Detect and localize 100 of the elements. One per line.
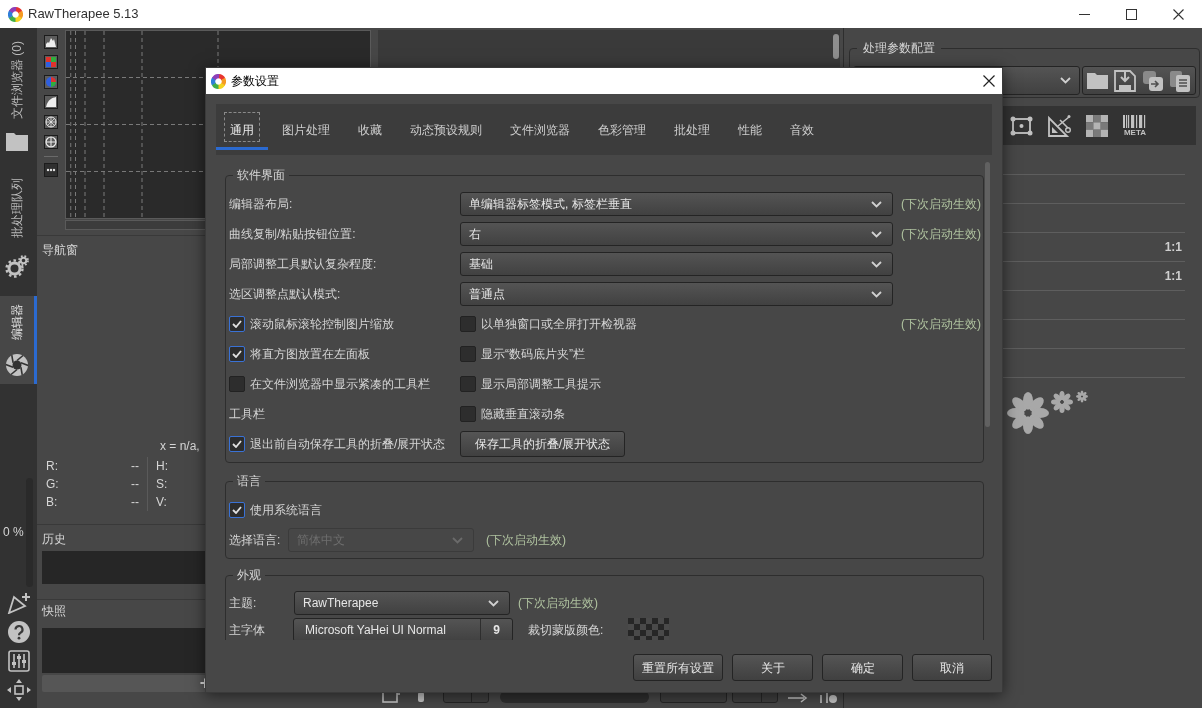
checkbox[interactable] <box>229 502 245 518</box>
vectorscope-icon[interactable] <box>44 115 58 129</box>
metadata-button[interactable]: META <box>1123 114 1147 137</box>
restart-note: (下次启动生效) <box>518 595 598 611</box>
tab[interactable]: 通用 <box>216 104 268 150</box>
dropdown[interactable]: 右 <box>460 222 893 246</box>
side-tab[interactable]: 文件浏览器 (0) <box>0 30 37 158</box>
copy-icon[interactable] <box>1141 69 1164 92</box>
reset-button[interactable]: 重置所有设置 <box>633 654 723 681</box>
checkbox-label: 将直方图放置在左面板 <box>250 346 370 362</box>
tab[interactable]: 收藏 <box>344 104 396 150</box>
field-label: 曲线复制/粘贴按钮位置: <box>229 226 356 242</box>
font-button[interactable]: Microsoft YaHei UI Normal 9 <box>293 618 513 640</box>
arrow-icon[interactable] <box>788 693 809 703</box>
checkbox-label: 退出前自动保存工具的折叠/展开状态 <box>250 436 446 452</box>
curve-icon[interactable] <box>44 95 58 109</box>
restart-note: (下次启动生效) <box>901 316 981 332</box>
chevron-down-icon <box>871 260 882 268</box>
tab[interactable]: 文件浏览器 <box>496 104 584 150</box>
panel-title: 历史 <box>42 531 66 547</box>
chevron-down-icon <box>871 230 882 238</box>
checkbox[interactable] <box>229 436 245 452</box>
checkbox[interactable] <box>460 316 476 332</box>
ruler-scissors-icon[interactable] <box>1048 114 1071 137</box>
scrollbar-thumb[interactable] <box>985 162 990 427</box>
side-tab[interactable]: 批处理队列 <box>0 166 37 290</box>
crosshair-circle-icon[interactable] <box>44 135 58 149</box>
dropdown[interactable]: RawTherapee <box>294 591 510 615</box>
histogram-icon[interactable] <box>44 35 58 49</box>
checkbox-label: 滚动鼠标滚轮控制图片缩放 <box>250 316 394 332</box>
checkbox-label: 以单独窗口或全屏打开检视器 <box>481 316 637 332</box>
sliders-icon[interactable] <box>7 650 30 672</box>
toolbar-icon[interactable] <box>417 691 425 703</box>
paste-icon[interactable] <box>1169 69 1192 92</box>
gears-icon <box>5 255 29 278</box>
move-icon[interactable] <box>6 679 31 701</box>
side-tab[interactable]: 编辑器 <box>0 296 37 384</box>
panel-title: 导航窗 <box>42 242 78 258</box>
triangle-plus-icon[interactable] <box>6 592 31 614</box>
checkerboard-icon[interactable] <box>1086 114 1108 137</box>
rgb-grid-icon[interactable] <box>44 55 58 69</box>
ratio-label: 1:1 <box>1164 268 1182 284</box>
folder-icon <box>6 133 28 151</box>
cursor-position: x = n/a, <box>160 438 200 454</box>
chevron-down-icon <box>452 536 463 544</box>
checkbox-label: 在文件浏览器中显示紧凑的工具栏 <box>250 376 430 392</box>
window-title: RawTherapee 5.13 <box>28 6 139 22</box>
channel-label: B: <box>46 494 58 510</box>
help-icon[interactable] <box>7 621 30 643</box>
about-button[interactable]: 关于 <box>732 654 813 681</box>
tab[interactable]: 图片处理 <box>268 104 344 150</box>
tab[interactable]: 音效 <box>776 104 828 150</box>
minimize-icon <box>1079 13 1090 15</box>
ratio-label: 1:1 <box>1164 239 1182 255</box>
close-icon <box>983 75 995 87</box>
panel-title: 快照 <box>42 603 66 619</box>
resize-frame-icon[interactable] <box>1010 115 1033 136</box>
tab[interactable]: 批处理 <box>660 104 724 150</box>
save-state-button[interactable]: 保存工具的折叠/展开状态 <box>460 431 625 457</box>
chevron-down-icon <box>871 200 882 208</box>
channel-label: H: <box>156 458 168 474</box>
save-icon[interactable] <box>1114 69 1137 92</box>
dropdown[interactable]: 基础 <box>460 252 893 276</box>
more-icon[interactable] <box>44 163 58 177</box>
channel-label: R: <box>46 458 58 474</box>
field-label: 主题: <box>229 595 257 611</box>
close-icon <box>1173 8 1184 20</box>
checkbox[interactable] <box>460 406 476 422</box>
tab[interactable]: 性能 <box>724 104 776 150</box>
channel-label: V: <box>156 494 167 510</box>
channel-value: -- <box>131 458 139 474</box>
scrollbar-thumb[interactable] <box>833 34 839 59</box>
folder-icon[interactable] <box>1086 71 1109 90</box>
checkbox[interactable] <box>460 346 476 362</box>
checkbox[interactable] <box>229 316 245 332</box>
barcode-icon <box>1123 114 1147 128</box>
restart-note: (下次启动生效) <box>901 226 981 242</box>
tab[interactable]: 动态预设规则 <box>396 104 496 150</box>
ok-button[interactable]: 确定 <box>822 654 903 681</box>
logo-icon <box>8 6 23 22</box>
field-label: 选择语言: <box>229 532 281 548</box>
dropdown[interactable]: 普通点 <box>460 282 893 306</box>
toolbar-icon[interactable] <box>819 691 839 703</box>
chevron-down-icon <box>871 290 882 298</box>
progress-label: 0 % <box>3 524 24 540</box>
checkbox[interactable] <box>460 376 476 392</box>
channel-value: -- <box>131 494 139 510</box>
cancel-button[interactable]: 取消 <box>912 654 992 681</box>
checkbox[interactable] <box>229 376 245 392</box>
checkmark-icon <box>232 350 242 358</box>
restart-note: (下次启动生效) <box>901 196 981 212</box>
channel-value: -- <box>131 476 139 492</box>
checkmark-icon <box>232 506 242 514</box>
field-label: 主字体 <box>229 622 265 638</box>
color-circle-icon[interactable] <box>44 75 58 89</box>
chevron-down-icon <box>488 599 499 607</box>
tab[interactable]: 色彩管理 <box>584 104 660 150</box>
checkbox[interactable] <box>229 346 245 362</box>
dropdown[interactable]: 单编辑器标签模式, 标签栏垂直 <box>460 192 893 216</box>
color-swatch-icon[interactable] <box>628 618 670 640</box>
